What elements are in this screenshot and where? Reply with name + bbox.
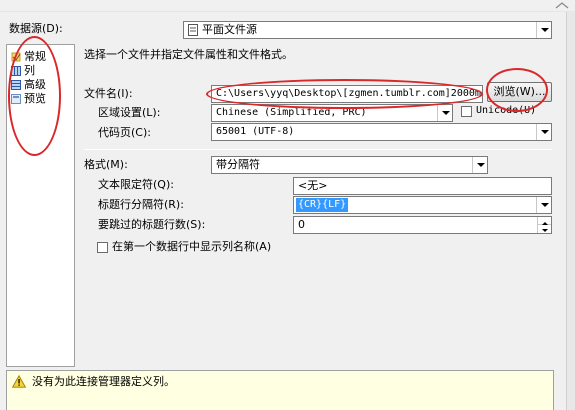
instruction-text: 选择一个文件并指定文件属性和文件格式。 xyxy=(84,48,293,61)
advanced-icon xyxy=(11,80,21,90)
locale-dropdown-icon[interactable] xyxy=(437,105,452,121)
stepper-down-icon[interactable] xyxy=(537,225,551,233)
header-rows-skip-value: 0 xyxy=(298,218,305,231)
datasource-select[interactable]: 平面文件源 xyxy=(183,21,552,39)
locale-value: Chinese (Simplified, PRC) xyxy=(216,107,367,118)
browse-label: 浏览(W)... xyxy=(493,85,546,98)
format-dropdown-icon[interactable] xyxy=(472,157,487,173)
header-row-delimiter-select[interactable]: {CR}{LF} xyxy=(293,196,552,214)
header-rows-skip-label: 要跳过的标题行数(S): xyxy=(98,218,206,231)
nav-item-columns[interactable]: 列 xyxy=(10,64,70,78)
text-qualifier-value: <无> xyxy=(298,179,328,192)
text-qualifier-input[interactable]: <无> xyxy=(293,177,552,195)
section-divider xyxy=(84,149,552,150)
nav-item-advanced[interactable]: 高级 xyxy=(10,78,70,92)
nav-item-label: 预览 xyxy=(24,92,46,105)
unicode-checkbox[interactable] xyxy=(461,106,472,117)
nav-item-label: 列 xyxy=(24,64,35,77)
format-value: 带分隔符 xyxy=(216,158,260,171)
preview-icon xyxy=(11,94,21,104)
filename-label: 文件名(I): xyxy=(84,87,133,100)
format-label: 格式(M): xyxy=(84,158,128,171)
column-names-checkbox[interactable] xyxy=(97,242,108,253)
column-names-label: 在第一个数据行中显示列名称(A) xyxy=(112,240,272,253)
status-message: 没有为此连接管理器定义列。 xyxy=(32,375,175,388)
corner-arrow-icon xyxy=(553,0,571,9)
datasource-dropdown-icon[interactable] xyxy=(536,22,551,38)
datasource-value: 平面文件源 xyxy=(202,23,257,36)
columns-icon xyxy=(11,66,21,76)
header-row-delimiter-value: {CR}{LF} xyxy=(296,198,349,212)
header-rows-skip-stepper[interactable]: 0 xyxy=(293,216,552,234)
nav-item-preview[interactable]: 预览 xyxy=(10,92,70,106)
filename-input[interactable]: C:\Users\yyq\Desktop\[zgmen.tumblr.com]2… xyxy=(211,85,483,103)
locale-select[interactable]: Chinese (Simplified, PRC) xyxy=(211,104,453,122)
text-qualifier-label: 文本限定符(Q): xyxy=(98,178,174,191)
datasource-icon xyxy=(188,24,198,36)
nav-item-label: 常规 xyxy=(24,50,46,63)
header-row-delimiter-label: 标题行分隔符(R): xyxy=(98,198,184,211)
warning-icon xyxy=(11,374,27,388)
general-icon xyxy=(11,52,21,62)
header-row-delimiter-dropdown-icon[interactable] xyxy=(536,197,551,213)
datasource-label: 数据源(D): xyxy=(9,22,63,35)
codepage-select[interactable]: 65001 (UTF-8) xyxy=(211,123,552,141)
locale-label: 区域设置(L): xyxy=(98,106,161,119)
nav-item-label: 高级 xyxy=(24,78,46,91)
top-strip xyxy=(0,0,575,12)
codepage-dropdown-icon[interactable] xyxy=(536,124,551,140)
filename-value: C:\Users\yyq\Desktop\[zgmen.tumblr.com]2… xyxy=(216,88,482,99)
nav-item-general[interactable]: 常规 xyxy=(10,50,70,64)
unicode-label: Unicode(U) xyxy=(476,105,537,116)
right-edge xyxy=(566,12,575,410)
stepper-up-icon[interactable] xyxy=(537,217,551,225)
format-select[interactable]: 带分隔符 xyxy=(211,156,488,174)
browse-button[interactable]: 浏览(W)... xyxy=(487,82,552,102)
codepage-value: 65001 (UTF-8) xyxy=(216,126,295,137)
codepage-label: 代码页(C): xyxy=(98,126,151,139)
